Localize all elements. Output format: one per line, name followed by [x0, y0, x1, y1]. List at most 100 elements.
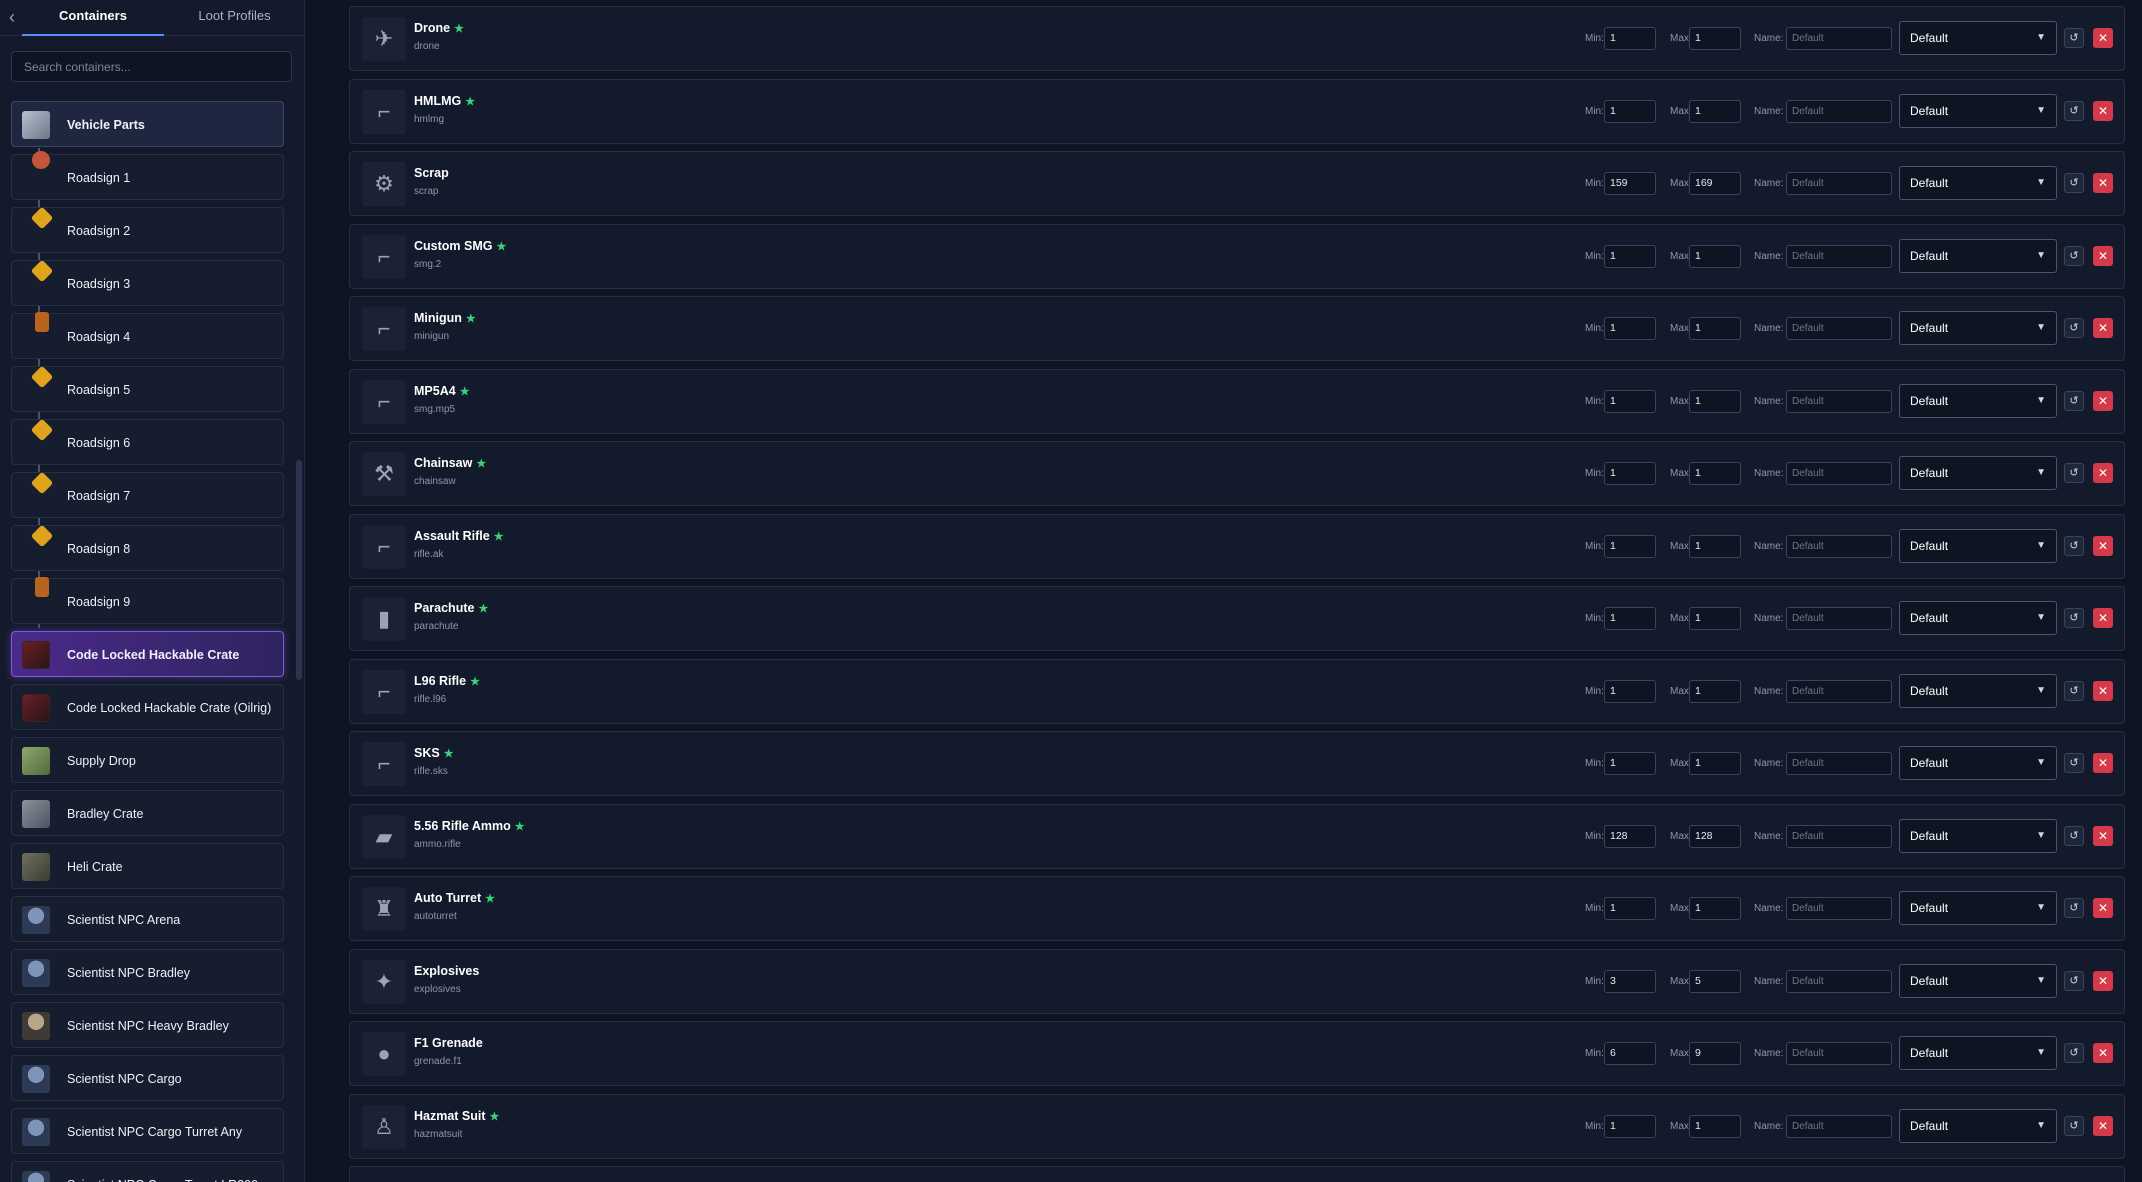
reset-icon[interactable]: ↺: [2064, 680, 2084, 701]
profile-select[interactable]: Default ▼: [1899, 21, 2057, 55]
reset-icon[interactable]: ↺: [2064, 390, 2084, 411]
custom-name-input[interactable]: Default: [1786, 1114, 1892, 1138]
container-item[interactable]: Code Locked Hackable Crate: [11, 631, 284, 677]
delete-icon[interactable]: ✕: [2093, 898, 2113, 918]
profile-select[interactable]: Default ▼: [1899, 93, 2057, 128]
delete-icon[interactable]: ✕: [2093, 608, 2113, 628]
min-input[interactable]: 1: [1604, 317, 1656, 340]
profile-select[interactable]: Default ▼: [1899, 891, 2057, 925]
delete-icon[interactable]: ✕: [2093, 1115, 2113, 1136]
delete-icon[interactable]: ✕: [2093, 390, 2113, 411]
container-item[interactable]: Heli Crate: [11, 843, 284, 889]
custom-name-input[interactable]: Default: [1786, 99, 1892, 123]
reset-icon[interactable]: ↺: [2064, 970, 2084, 991]
profile-select[interactable]: Default ▼: [1899, 746, 2057, 780]
container-item[interactable]: Roadsign 4: [11, 312, 284, 359]
min-input[interactable]: 1: [1604, 389, 1656, 413]
delete-icon[interactable]: ✕: [2093, 970, 2113, 991]
profile-select[interactable]: Default ▼: [1899, 456, 2057, 490]
container-item[interactable]: Roadsign 5: [11, 365, 284, 412]
max-input[interactable]: 1: [1689, 99, 1741, 123]
reset-icon[interactable]: ↺: [2064, 608, 2084, 628]
reset-icon[interactable]: ↺: [2064, 245, 2084, 266]
container-item[interactable]: Scientist NPC Cargo Turret LR300: [11, 1161, 284, 1182]
container-item[interactable]: Roadsign 7: [11, 471, 284, 518]
container-item[interactable]: Roadsign 3: [11, 259, 284, 306]
max-input[interactable]: 1: [1689, 534, 1741, 558]
container-item[interactable]: Scientist NPC Bradley: [11, 949, 284, 995]
min-input[interactable]: 1: [1604, 679, 1656, 703]
min-input[interactable]: 1: [1604, 897, 1656, 920]
custom-name-input[interactable]: Default: [1786, 172, 1892, 195]
max-input[interactable]: 1: [1689, 752, 1741, 775]
custom-name-input[interactable]: Default: [1786, 824, 1892, 848]
container-item[interactable]: Scientist NPC Arena: [11, 896, 284, 942]
profile-select[interactable]: Default ▼: [1899, 311, 2057, 345]
max-input[interactable]: 1: [1689, 317, 1741, 340]
delete-icon[interactable]: ✕: [2093, 1043, 2113, 1063]
delete-icon[interactable]: ✕: [2093, 753, 2113, 773]
collapse-sidebar-button[interactable]: ‹: [2, 8, 22, 28]
max-input[interactable]: 1: [1689, 389, 1741, 413]
max-input[interactable]: 5: [1689, 969, 1741, 993]
container-item[interactable]: Roadsign 6: [11, 418, 284, 465]
profile-select[interactable]: Default ▼: [1899, 238, 2057, 273]
container-item[interactable]: Scientist NPC Cargo: [11, 1055, 284, 1101]
search-input[interactable]: [11, 51, 292, 82]
min-input[interactable]: 1: [1604, 27, 1656, 50]
custom-name-input[interactable]: Default: [1786, 534, 1892, 558]
min-input[interactable]: 1: [1604, 534, 1656, 558]
max-input[interactable]: 1: [1689, 897, 1741, 920]
min-input[interactable]: 1: [1604, 752, 1656, 775]
custom-name-input[interactable]: Default: [1786, 27, 1892, 50]
min-input[interactable]: 1: [1604, 99, 1656, 123]
custom-name-input[interactable]: Default: [1786, 679, 1892, 703]
max-input[interactable]: 169: [1689, 172, 1741, 195]
profile-select[interactable]: Default ▼: [1899, 166, 2057, 200]
profile-select[interactable]: Default ▼: [1899, 963, 2057, 998]
reset-icon[interactable]: ↺: [2064, 318, 2084, 338]
custom-name-input[interactable]: Default: [1786, 1042, 1892, 1065]
max-input[interactable]: 128: [1689, 824, 1741, 848]
min-input[interactable]: 1: [1604, 607, 1656, 630]
max-input[interactable]: 1: [1689, 462, 1741, 485]
delete-icon[interactable]: ✕: [2093, 463, 2113, 483]
min-input[interactable]: 1: [1604, 1114, 1656, 1138]
reset-icon[interactable]: ↺: [2064, 28, 2084, 48]
custom-name-input[interactable]: Default: [1786, 969, 1892, 993]
reset-icon[interactable]: ↺: [2064, 463, 2084, 483]
reset-icon[interactable]: ↺: [2064, 825, 2084, 846]
custom-name-input[interactable]: Default: [1786, 389, 1892, 413]
min-input[interactable]: 3: [1604, 969, 1656, 993]
custom-name-input[interactable]: Default: [1786, 752, 1892, 775]
reset-icon[interactable]: ↺: [2064, 753, 2084, 773]
reset-icon[interactable]: ↺: [2064, 898, 2084, 918]
min-input[interactable]: 1: [1604, 244, 1656, 268]
max-input[interactable]: 1: [1689, 1114, 1741, 1138]
container-item[interactable]: Scientist NPC Cargo Turret Any: [11, 1108, 284, 1154]
container-item[interactable]: Roadsign 1: [11, 151, 284, 200]
reset-icon[interactable]: ↺: [2064, 1115, 2084, 1136]
max-input[interactable]: 1: [1689, 679, 1741, 703]
delete-icon[interactable]: ✕: [2093, 825, 2113, 846]
container-item[interactable]: Scientist NPC Heavy Bradley: [11, 1002, 284, 1048]
container-item[interactable]: Roadsign 2: [11, 206, 284, 253]
reset-icon[interactable]: ↺: [2064, 173, 2084, 193]
profile-select[interactable]: Default ▼: [1899, 528, 2057, 563]
delete-icon[interactable]: ✕: [2093, 535, 2113, 556]
delete-icon[interactable]: ✕: [2093, 100, 2113, 121]
tab-loot-profiles[interactable]: Loot Profiles: [164, 0, 305, 36]
min-input[interactable]: 159: [1604, 172, 1656, 195]
delete-icon[interactable]: ✕: [2093, 28, 2113, 48]
container-item[interactable]: Supply Drop: [11, 737, 284, 783]
profile-select[interactable]: Default ▼: [1899, 1036, 2057, 1070]
profile-select[interactable]: Default ▼: [1899, 673, 2057, 708]
custom-name-input[interactable]: Default: [1786, 607, 1892, 630]
container-item[interactable]: Roadsign 8: [11, 524, 284, 571]
sidebar-scrollbar[interactable]: [296, 460, 302, 680]
profile-select[interactable]: Default ▼: [1899, 601, 2057, 635]
reset-icon[interactable]: ↺: [2064, 1043, 2084, 1063]
max-input[interactable]: 9: [1689, 1042, 1741, 1065]
profile-select[interactable]: Default ▼: [1899, 383, 2057, 418]
min-input[interactable]: 128: [1604, 824, 1656, 848]
